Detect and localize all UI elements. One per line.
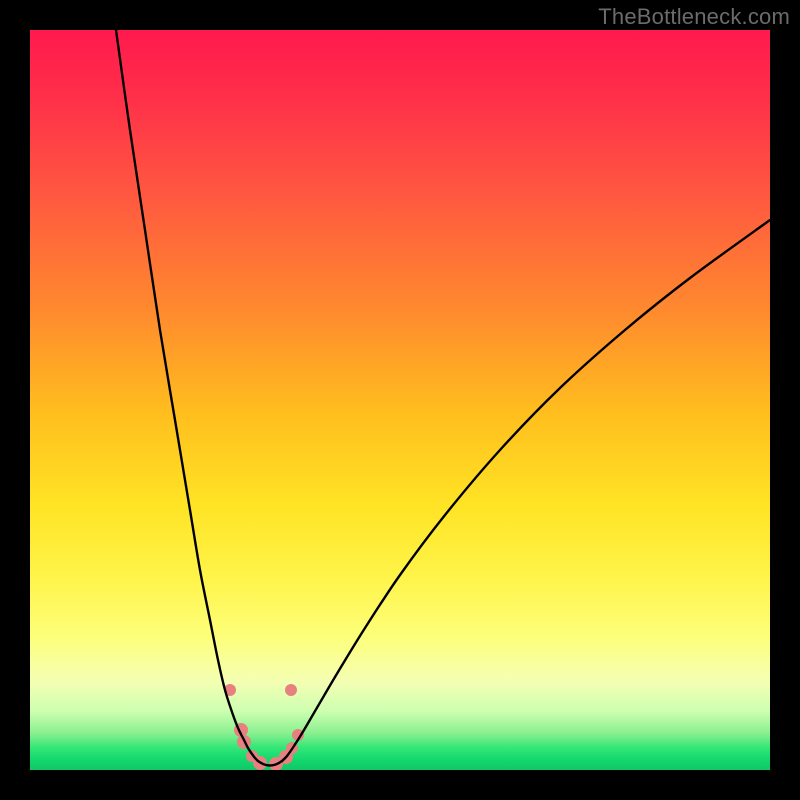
chart-curve-right (282, 220, 770, 761)
chart-curve-left (116, 30, 258, 761)
chart-plot-area (30, 30, 770, 770)
chart-svg (30, 30, 770, 770)
chart-stage: TheBottleneck.com (0, 0, 800, 800)
chart-marker (285, 684, 297, 696)
chart-markers (224, 684, 304, 770)
watermark-text: TheBottleneck.com (598, 4, 790, 30)
